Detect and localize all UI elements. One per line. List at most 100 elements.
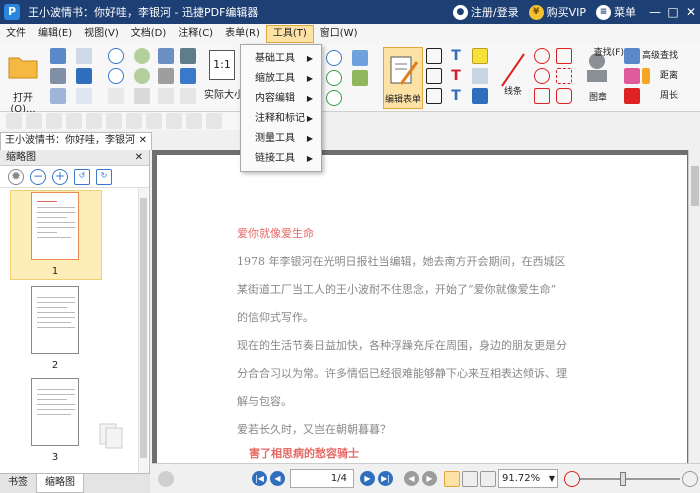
zoom-slider[interactable]	[580, 472, 680, 486]
attach-icon[interactable]	[472, 68, 488, 84]
strikeout-icon[interactable]: T	[448, 68, 464, 84]
menu-item-comments-markup[interactable]: 注释和标记 ▶	[241, 109, 321, 129]
zoom-in-icon[interactable]	[326, 50, 342, 66]
text-field-icon[interactable]	[426, 48, 442, 64]
rotate-left-icon[interactable]: ↺	[74, 168, 90, 185]
fill-icon[interactable]	[76, 68, 92, 84]
edit-form-button[interactable]: 编辑表单	[383, 47, 423, 109]
print-icon[interactable]	[50, 68, 66, 84]
pdf-page[interactable]: 爱你就像爱生命 1978 年李银河在光明日报社当编辑，她去南方开会期间，在西城区…	[157, 155, 687, 475]
login-button[interactable]: ● 注册/登录	[452, 4, 519, 20]
zoom-icon[interactable]	[180, 68, 196, 84]
settings-gear-icon[interactable]	[158, 471, 174, 487]
maximize-button[interactable]: □	[664, 5, 682, 19]
back-icon[interactable]	[134, 48, 150, 64]
menu-tools[interactable]: 工具(T)	[265, 25, 314, 43]
rotate-right-icon[interactable]: ↻	[96, 168, 112, 185]
distance-icon[interactable]	[642, 68, 650, 84]
next-page-button[interactable]: ▶	[360, 471, 375, 486]
history-back-button[interactable]: ◀	[404, 471, 419, 486]
page-number-field[interactable]: 1/4	[290, 469, 354, 488]
zoom-in-status-icon[interactable]	[682, 471, 698, 487]
menu-view[interactable]: 视图(V)	[78, 25, 125, 43]
snapshot-icon[interactable]	[158, 48, 174, 64]
close-panel-icon[interactable]: ✕	[135, 150, 143, 166]
menu-item-link-tools[interactable]: 链接工具 ▶	[241, 149, 321, 169]
facing-page-icon[interactable]	[480, 471, 496, 487]
page-setup-icon[interactable]	[108, 88, 124, 104]
refresh-icon[interactable]	[326, 90, 342, 106]
rectangle-icon[interactable]	[534, 88, 550, 104]
note-icon[interactable]	[472, 48, 488, 64]
hand-icon[interactable]	[158, 68, 174, 84]
document-icon[interactable]	[76, 88, 92, 104]
eraser-icon[interactable]	[624, 68, 640, 84]
menu-comment[interactable]: 注释(C)	[172, 25, 219, 43]
menu-document[interactable]: 文档(D)	[125, 25, 173, 43]
document-tab[interactable]: 王小波情书：你好哇，李银河 ✕	[0, 132, 152, 150]
ellipse-icon[interactable]	[534, 48, 550, 64]
fit-icon[interactable]	[158, 88, 174, 104]
menu-item-content-edit[interactable]: 内容编辑 ▶	[241, 89, 321, 109]
calendar-icon[interactable]	[186, 113, 202, 129]
menu-item-basic-tools[interactable]: 基础工具 ▶	[241, 49, 321, 69]
combo-icon[interactable]	[106, 113, 122, 129]
radio-icon[interactable]	[426, 88, 442, 104]
prev-page-button[interactable]: ◀	[270, 471, 285, 486]
zoom-out-icon[interactable]	[564, 471, 580, 487]
text-select-icon[interactable]	[26, 113, 42, 129]
zoom-in-thumbnail-icon[interactable]: +	[52, 168, 68, 185]
sound-icon[interactable]	[472, 88, 488, 104]
buy-vip-button[interactable]: ¥ 购买VIP	[528, 4, 586, 20]
thumbnail-page-3[interactable]	[31, 378, 79, 446]
copy-icon[interactable]	[76, 48, 92, 64]
zoom-select[interactable]: 91.72% ▼	[498, 469, 558, 488]
typewriter-icon[interactable]: T	[448, 48, 464, 64]
polyline-icon[interactable]	[556, 88, 572, 104]
find-button[interactable]: 查找(F)	[568, 44, 628, 62]
menu-item-measure-tools[interactable]: 测量工具 ▶	[241, 129, 321, 149]
thumbnail-page-2[interactable]	[31, 286, 79, 354]
close-window-button[interactable]: ✕	[682, 5, 700, 19]
camera-icon[interactable]	[180, 48, 196, 64]
ok-button-icon[interactable]	[126, 113, 142, 129]
page-icon[interactable]	[180, 88, 196, 104]
open-button[interactable]: 打开(O)...	[4, 48, 42, 115]
redo-icon[interactable]	[108, 68, 124, 84]
advanced-search-icon[interactable]	[624, 48, 640, 64]
perimeter-label[interactable]: 周长	[660, 88, 678, 101]
distance-label[interactable]: 距离	[660, 68, 678, 81]
options-gear-icon[interactable]: ✹	[8, 168, 24, 185]
tab-bookmarks[interactable]: 书签	[0, 474, 36, 493]
select-icon[interactable]	[134, 88, 150, 104]
radio-tool-icon[interactable]	[66, 113, 82, 129]
thumbnail-scrollbar[interactable]	[138, 188, 148, 473]
save-icon[interactable]	[50, 48, 66, 64]
export-icon[interactable]	[50, 88, 66, 104]
insert-icon[interactable]	[352, 50, 368, 66]
cursor-icon[interactable]	[6, 113, 22, 129]
perimeter-icon[interactable]	[624, 88, 640, 104]
history-forward-button[interactable]: ▶	[422, 471, 437, 486]
document-scrollbar[interactable]	[688, 150, 700, 463]
image-icon[interactable]	[352, 70, 368, 86]
tab-thumbnails[interactable]: 缩略图	[36, 474, 84, 493]
menu-item-zoom-tools[interactable]: 缩放工具 ▶	[241, 69, 321, 89]
zoom-slider-knob[interactable]	[620, 472, 626, 486]
menu-window[interactable]: 窗口(W)	[314, 25, 364, 43]
zoom-out-thumbnail-icon[interactable]: −	[30, 168, 46, 185]
list-icon[interactable]	[86, 113, 102, 129]
close-tab-icon[interactable]: ✕	[139, 133, 147, 149]
minimize-button[interactable]: —	[646, 5, 664, 19]
single-page-icon[interactable]	[444, 471, 460, 487]
menu-file[interactable]: 文件	[0, 25, 32, 43]
underline-icon[interactable]: T	[448, 88, 464, 104]
barcode-icon[interactable]	[166, 113, 182, 129]
menu-edit[interactable]: 编辑(E)	[32, 25, 78, 43]
signature-icon[interactable]	[146, 113, 162, 129]
menu-button[interactable]: ≡ 菜单	[596, 4, 636, 20]
first-page-button[interactable]: |◀	[252, 471, 267, 486]
cloud-icon[interactable]	[556, 68, 572, 84]
circle-icon[interactable]	[534, 68, 550, 84]
forward-icon[interactable]	[134, 68, 150, 84]
